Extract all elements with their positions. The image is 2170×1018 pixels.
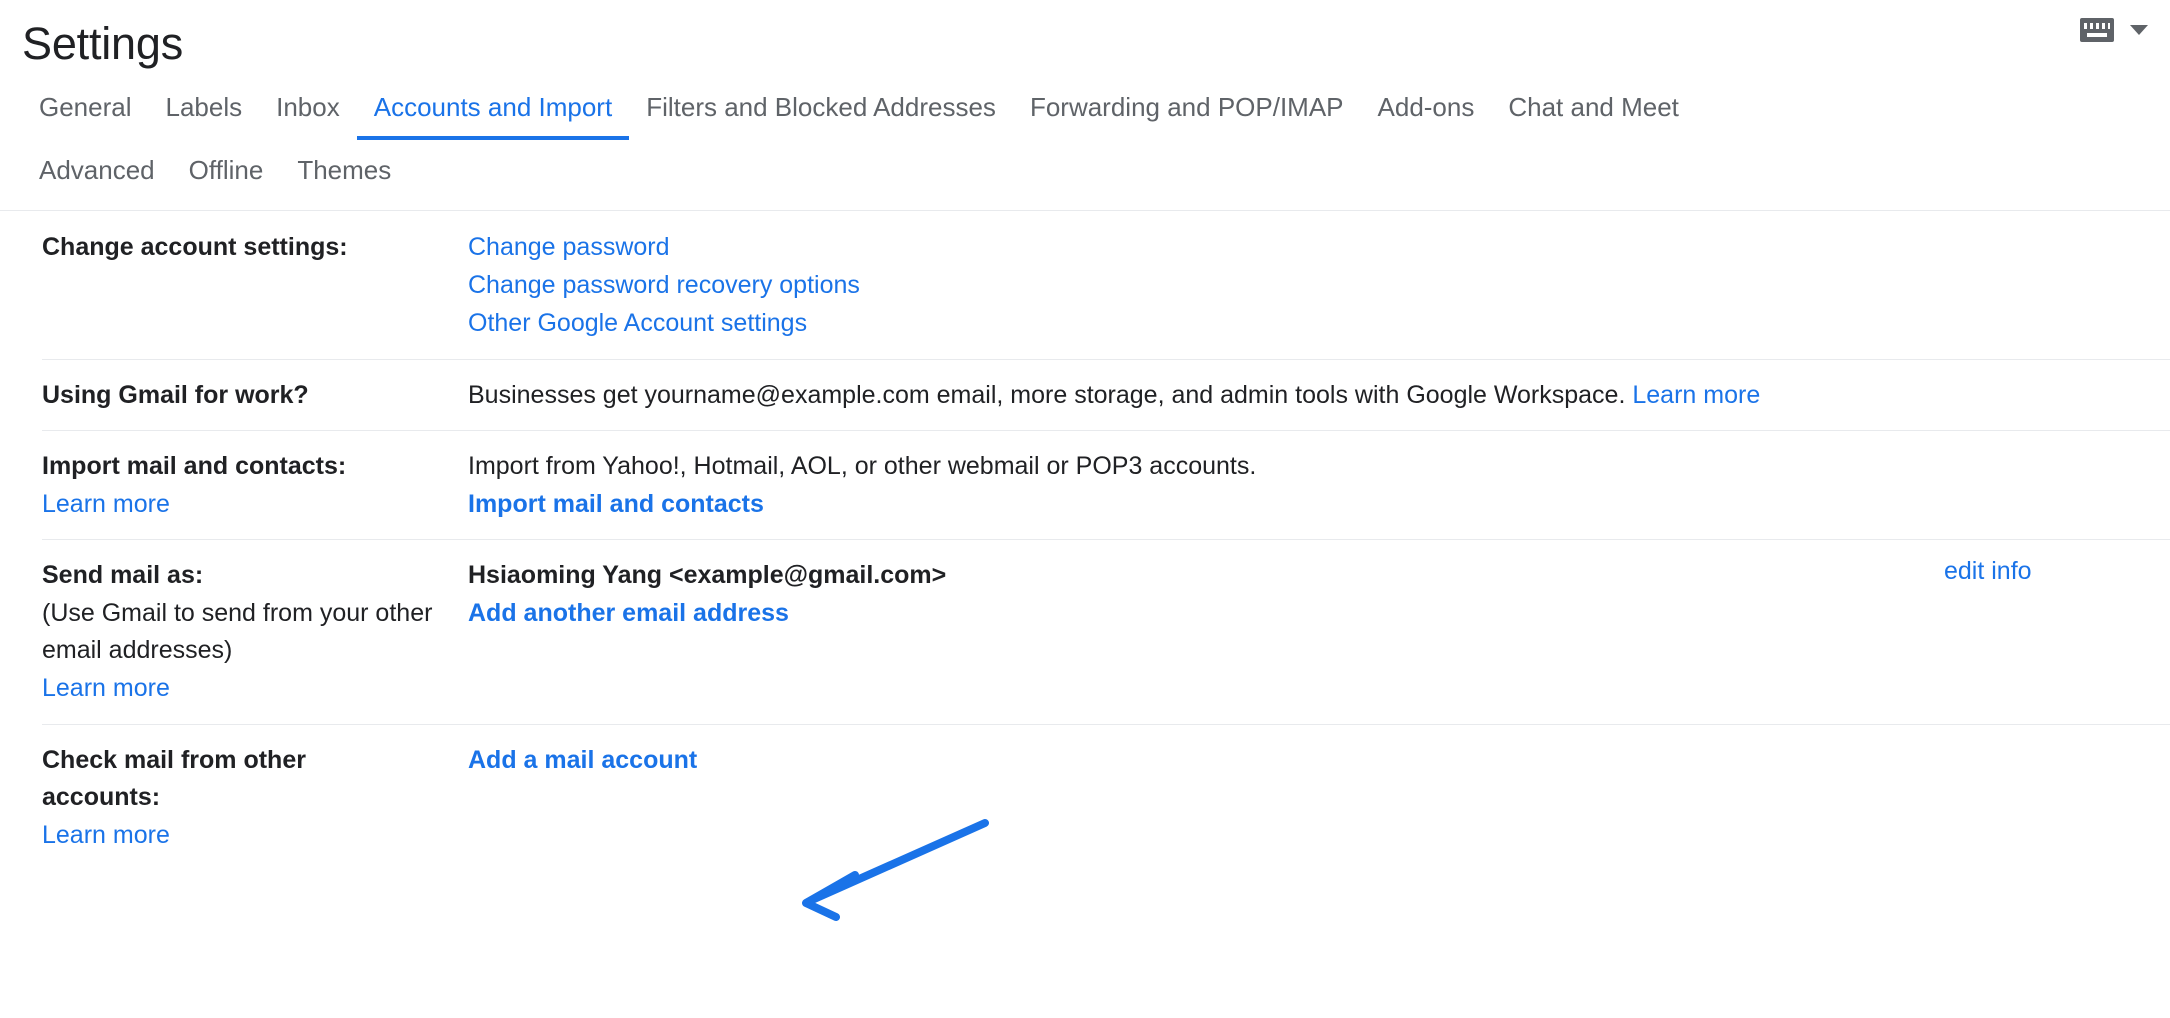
settings-content: Change account settings: Change password… bbox=[0, 211, 2170, 870]
other-google-account-settings-link[interactable]: Other Google Account settings bbox=[468, 305, 1910, 343]
check-mail-label-line-2: accounts: bbox=[42, 783, 161, 811]
change-account-settings-links: Change password Change password recovery… bbox=[468, 229, 1910, 342]
tab-add-ons[interactable]: Add-ons bbox=[1361, 85, 1492, 140]
using-gmail-for-work-value: Businesses get yourname@example.com emai… bbox=[468, 377, 2170, 415]
using-gmail-for-work-learn-more-link[interactable]: Learn more bbox=[1632, 381, 1760, 409]
tab-themes[interactable]: Themes bbox=[280, 148, 408, 195]
tab-inbox[interactable]: Inbox bbox=[259, 85, 357, 140]
send-mail-as-label: Send mail as: bbox=[42, 561, 204, 590]
import-mail-value: Import from Yahoo!, Hotmail, AOL, or oth… bbox=[468, 448, 1910, 523]
using-gmail-for-work-label: Using Gmail for work? bbox=[42, 380, 309, 409]
tab-chat-and-meet[interactable]: Chat and Meet bbox=[1491, 85, 1696, 140]
check-mail-label-line-1: Check mail from other bbox=[42, 745, 306, 774]
tab-advanced[interactable]: Advanced bbox=[22, 148, 172, 195]
keyboard-icon[interactable] bbox=[2080, 18, 2114, 42]
using-gmail-for-work-label-cell: Using Gmail for work? bbox=[0, 377, 468, 415]
tab-filters-and-blocked-addresses[interactable]: Filters and Blocked Addresses bbox=[629, 85, 1013, 140]
tab-offline[interactable]: Offline bbox=[172, 148, 281, 195]
using-gmail-for-work-text: Businesses get yourname@example.com emai… bbox=[468, 380, 1626, 409]
import-mail-description: Import from Yahoo!, Hotmail, AOL, or oth… bbox=[468, 452, 1257, 480]
tab-general[interactable]: General bbox=[22, 85, 149, 140]
tab-accounts-and-import[interactable]: Accounts and Import bbox=[356, 85, 630, 140]
check-mail-value: Add a mail account bbox=[468, 742, 1910, 780]
check-mail-label-cell: Check mail from other accounts: Learn mo… bbox=[0, 742, 468, 855]
send-mail-as-action-cell: edit info bbox=[1910, 557, 2170, 586]
add-another-email-address-link[interactable]: Add another email address bbox=[468, 595, 1910, 633]
import-mail-learn-more-link[interactable]: Learn more bbox=[42, 486, 468, 524]
row-check-mail-from-other-accounts: Check mail from other accounts: Learn mo… bbox=[0, 723, 2170, 871]
send-mail-as-note-line-1: (Use Gmail to send from your other bbox=[42, 598, 433, 627]
send-mail-as-learn-more-link[interactable]: Learn more bbox=[42, 670, 468, 708]
send-mail-as-address: Hsiaoming Yang <example@gmail.com> bbox=[468, 561, 947, 590]
change-password-recovery-options-link[interactable]: Change password recovery options bbox=[468, 267, 1910, 305]
send-mail-as-label-cell: Send mail as: (Use Gmail to send from yo… bbox=[0, 557, 468, 707]
row-change-account-settings: Change account settings: Change password… bbox=[0, 211, 2170, 358]
send-mail-as-value: Hsiaoming Yang <example@gmail.com> Add a… bbox=[468, 557, 1910, 632]
page-header: Settings bbox=[0, 0, 2170, 67]
page-title: Settings bbox=[22, 18, 183, 69]
settings-tabs-row-2: Advanced Offline Themes bbox=[0, 140, 2170, 211]
send-mail-as-note-line-2: email addresses) bbox=[42, 636, 233, 665]
row-import-mail-and-contacts: Import mail and contacts: Learn more Imp… bbox=[0, 430, 2170, 539]
change-password-link[interactable]: Change password bbox=[468, 229, 1910, 267]
edit-info-link[interactable]: edit info bbox=[1944, 557, 2032, 585]
row-send-mail-as: Send mail as: (Use Gmail to send from yo… bbox=[0, 539, 2170, 723]
add-a-mail-account-link[interactable]: Add a mail account bbox=[468, 742, 1910, 780]
header-right-controls bbox=[2080, 18, 2148, 42]
change-account-settings-label: Change account settings: bbox=[42, 233, 348, 262]
tab-forwarding-and-pop-imap[interactable]: Forwarding and POP/IMAP bbox=[1013, 85, 1361, 140]
tab-labels[interactable]: Labels bbox=[149, 85, 260, 140]
check-mail-learn-more-link[interactable]: Learn more bbox=[42, 817, 468, 855]
change-account-settings-label-cell: Change account settings: bbox=[0, 229, 468, 267]
import-mail-label: Import mail and contacts: bbox=[42, 452, 347, 480]
settings-tabs-row-1: General Labels Inbox Accounts and Import… bbox=[0, 67, 2170, 140]
chevron-down-icon[interactable] bbox=[2130, 25, 2148, 35]
import-mail-and-contacts-link[interactable]: Import mail and contacts bbox=[468, 486, 1910, 524]
row-using-gmail-for-work: Using Gmail for work? Businesses get you… bbox=[0, 358, 2170, 431]
import-mail-label-cell: Import mail and contacts: Learn more bbox=[0, 448, 468, 523]
